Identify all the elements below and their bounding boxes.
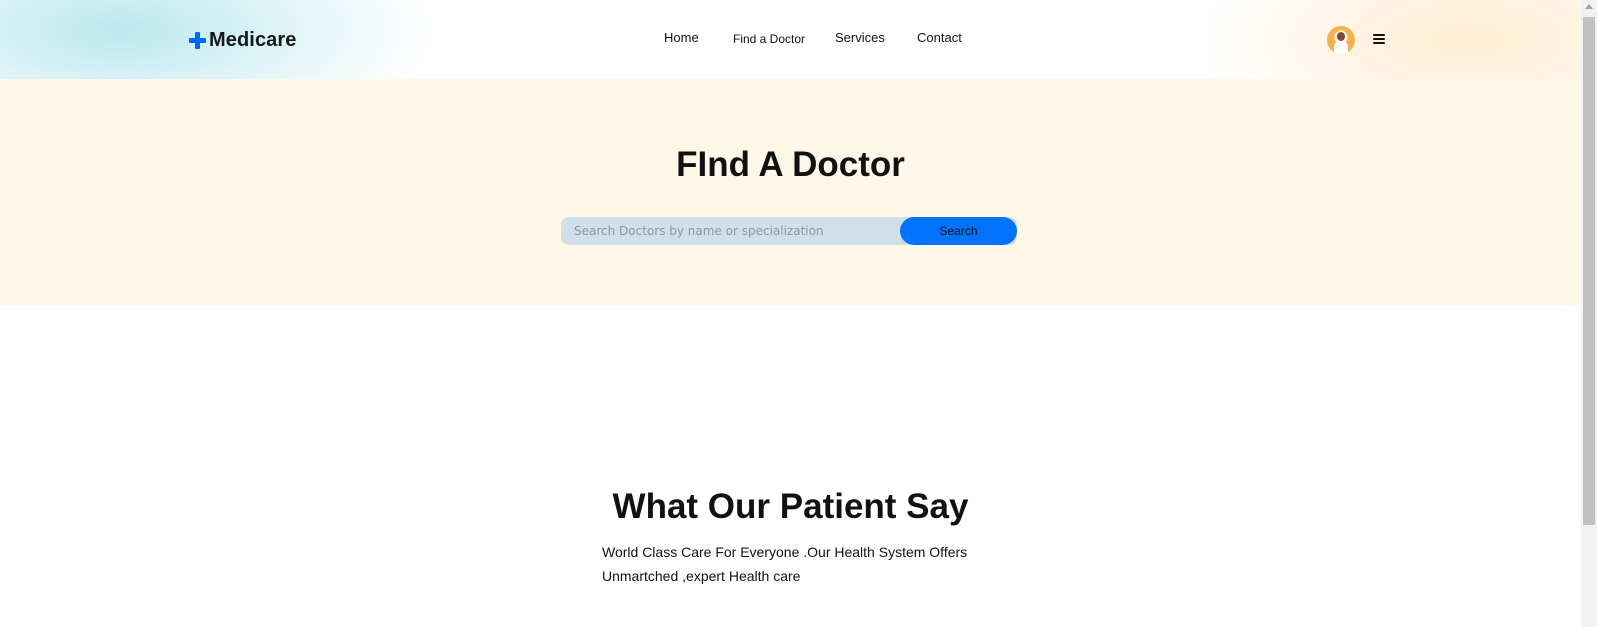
user-avatar[interactable] [1327, 26, 1355, 54]
doctor-search-input[interactable] [561, 217, 901, 245]
nav-link-find-a-doctor[interactable]: Find a Doctor [733, 32, 805, 54]
avatar-coat [1334, 41, 1348, 54]
nav-link-services[interactable]: Services [835, 30, 885, 52]
avatar-head [1337, 32, 1345, 41]
scrollbar-thumb[interactable] [1583, 17, 1595, 525]
find-doctor-hero: FInd A Doctor Search [0, 79, 1581, 305]
hamburger-menu-icon[interactable] [1373, 34, 1385, 44]
testimonials-description-line-2: Unmartched ,expert Health care [602, 568, 801, 584]
testimonials-description: World Class Care For Everyone .Our Healt… [602, 540, 992, 588]
scroll-up-arrow-icon[interactable] [1585, 4, 1593, 9]
page-scrollbar[interactable] [1581, 0, 1597, 627]
page-title: FInd A Doctor [676, 145, 905, 184]
testimonials-title: What Our Patient Say [612, 487, 969, 526]
testimonials-description-line-1: World Class Care For Everyone .Our Healt… [602, 544, 968, 560]
search-button[interactable]: Search [900, 217, 1017, 245]
plus-cross-icon [189, 31, 206, 49]
site-header: Medicare Home Find a Doctor Services Con… [0, 0, 1581, 79]
nav-link-contact[interactable]: Contact [917, 30, 962, 52]
page: Medicare Home Find a Doctor Services Con… [0, 0, 1581, 627]
doctor-search-bar: Search [561, 217, 1017, 245]
nav-link-home[interactable]: Home [664, 30, 699, 52]
brand-name: Medicare [209, 28, 297, 51]
brand-logo[interactable]: Medicare [189, 26, 297, 54]
